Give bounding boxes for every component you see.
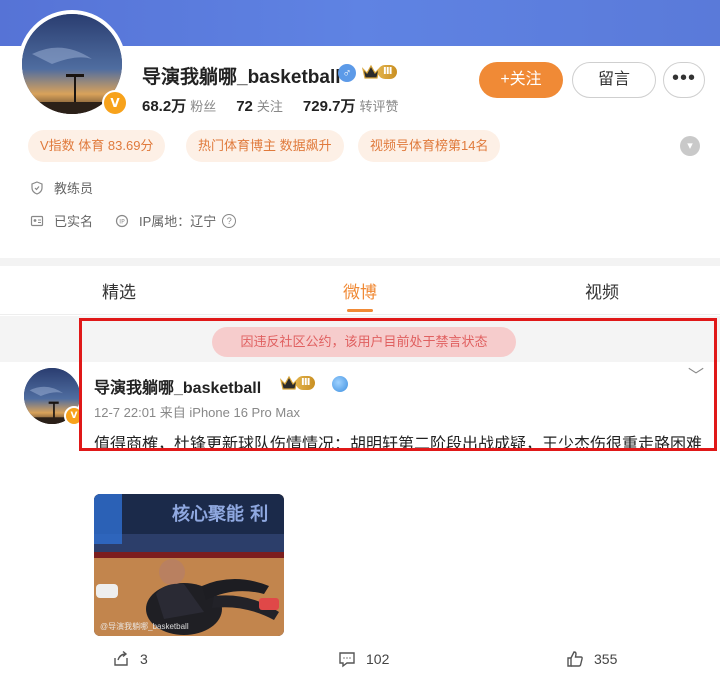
like-count: 355 [594, 651, 618, 667]
shield-icon [31, 180, 43, 195]
followers-label: 粉丝 [190, 99, 217, 114]
post-text: 值得商榷，杜锋更新球队伤情情况：胡明轩第二阶段出战成疑，王少杰伤很重走路困难 [94, 436, 703, 453]
post-crown-badge[interactable]: Ⅲ [280, 375, 316, 391]
comment-icon [339, 652, 355, 668]
comment-count: 102 [366, 651, 390, 667]
image-banner-text: 核心聚能 利 [172, 503, 268, 525]
occupation-row: 教练员 [30, 178, 93, 197]
tab-bar: 精选 微博 视频 [0, 266, 720, 315]
tab-video[interactable]: 视频 [585, 278, 619, 303]
occupation-text: 教练员 [54, 181, 94, 196]
video-rank-tag[interactable]: 视频号体育榜第14名 [358, 130, 501, 162]
ip-location-text: IP属地：辽宁 [139, 214, 217, 229]
v-index-tag[interactable]: V指数 体育 83.69分 [28, 130, 166, 162]
chevron-down-icon[interactable]: ﹀ [688, 362, 704, 386]
post-verified-badge-icon: V [64, 406, 84, 426]
followers-count[interactable]: 68.2万 [142, 98, 186, 115]
realname-row: 已实名 IP IP属地：辽宁 ? [30, 211, 237, 230]
share-icon [114, 650, 128, 666]
profile-name: 导演我躺哪_basketball [142, 67, 341, 88]
profile-stats: 68.2万 粉丝 72 关注 729.7万 转评赞 [142, 95, 418, 116]
member-level: Ⅲ [378, 65, 398, 79]
id-card-icon [30, 215, 44, 226]
globe-icon [332, 376, 348, 392]
location-icon: IP [115, 214, 129, 227]
active-tab-indicator [347, 309, 373, 312]
realname-text: 已实名 [54, 214, 94, 229]
engagement-label: 转评赞 [359, 99, 399, 114]
post-image[interactable]: 核心聚能 利 @导演我躺哪_basketball [94, 494, 284, 636]
hot-blogger-tag[interactable]: 热门体育博主 数据飙升 [186, 130, 344, 162]
expand-tags-icon[interactable]: ▾ [680, 136, 700, 156]
following-label: 关注 [256, 99, 283, 114]
ban-notice: 因违反社区公约，该用户目前处于禁言状态 [212, 327, 516, 357]
svg-text:IP: IP [119, 218, 125, 225]
post-author-name[interactable]: 导演我躺哪_basketball [94, 374, 261, 398]
comment-button[interactable]: 102 [338, 650, 389, 668]
more-options-button[interactable]: ••• [663, 62, 705, 98]
repost-count: 3 [140, 651, 148, 667]
post-meta: 12-7 22:01 来自 iPhone 16 Pro Max [94, 405, 300, 420]
post-member-level: Ⅲ [296, 376, 316, 390]
male-gender-icon: ♂ [338, 64, 356, 82]
image-watermark: @导演我躺哪_basketball [100, 622, 189, 631]
engagement-count: 729.7万 [302, 98, 356, 115]
like-button[interactable]: 355 [566, 650, 617, 668]
repost-button[interactable]: 3 [112, 650, 148, 668]
following-count[interactable]: 72 [236, 98, 253, 115]
tab-weibo[interactable]: 微博 [343, 278, 377, 303]
thumbs-up-icon [567, 651, 583, 667]
help-icon[interactable]: ? [222, 213, 237, 228]
follow-button[interactable]: +关注 [479, 62, 563, 98]
message-button[interactable]: 留言 [572, 62, 656, 98]
tab-featured[interactable]: 精选 [102, 278, 136, 303]
verified-badge-icon: V [102, 90, 128, 116]
member-crown-badge[interactable]: Ⅲ [362, 64, 398, 80]
section-divider [0, 258, 720, 266]
